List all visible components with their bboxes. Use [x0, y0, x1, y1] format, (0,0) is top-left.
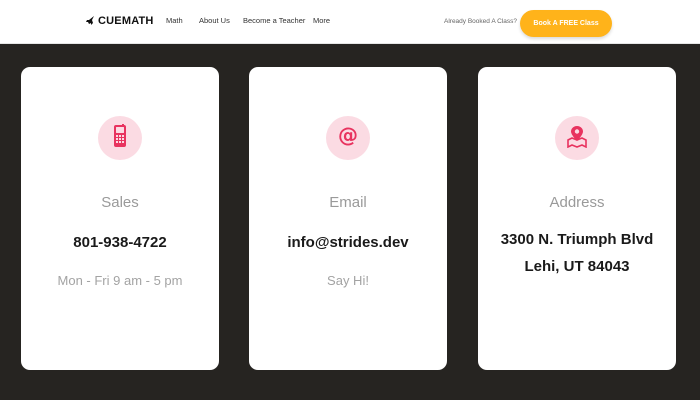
business-hours: Mon - Fri 9 am - 5 pm [57, 273, 183, 288]
already-booked-link[interactable]: Already Booked A Class? [444, 18, 517, 25]
nav-link-become-teacher[interactable]: Become a Teacher [243, 16, 305, 25]
card-label: Email [329, 194, 367, 211]
card-label: Sales [101, 194, 139, 211]
contact-card-email: @ Email info@strides.dev Say Hi! [249, 67, 447, 370]
cuemath-logo[interactable]: CUEMATH [86, 15, 154, 27]
map-pin-icon [566, 124, 588, 153]
logo-text: CUEMATH [98, 15, 154, 27]
card-label: Address [549, 194, 605, 211]
at-sign-icon: @ [337, 123, 359, 152]
phone-icon [113, 123, 127, 153]
icon-circle [98, 116, 142, 160]
icon-circle [555, 116, 599, 160]
street-address[interactable]: 3300 N. Triumph Blvd Lehi, UT 84043 [501, 226, 654, 280]
nav-link-about-us[interactable]: About Us [199, 16, 230, 25]
rocket-icon [86, 16, 95, 26]
svg-text:@: @ [338, 125, 358, 147]
icon-circle: @ [326, 116, 370, 160]
phone-number[interactable]: 801-938-4722 [73, 229, 166, 256]
nav-link-math[interactable]: Math [166, 16, 183, 25]
top-navbar: CUEMATH Math About Us Become a Teacher M… [0, 0, 700, 44]
email-tagline: Say Hi! [327, 273, 369, 288]
address-line-2: Lehi, UT 84043 [524, 258, 630, 275]
email-address[interactable]: info@strides.dev [287, 229, 408, 256]
book-free-class-button[interactable]: Book A FREE Class [520, 10, 612, 37]
address-line-1: 3300 N. Triumph Blvd [500, 231, 654, 248]
contact-card-address: Address 3300 N. Triumph Blvd Lehi, UT 84… [478, 67, 676, 370]
nav-link-more[interactable]: More [313, 16, 330, 25]
contact-card-sales: Sales 801-938-4722 Mon - Fri 9 am - 5 pm [21, 67, 219, 370]
